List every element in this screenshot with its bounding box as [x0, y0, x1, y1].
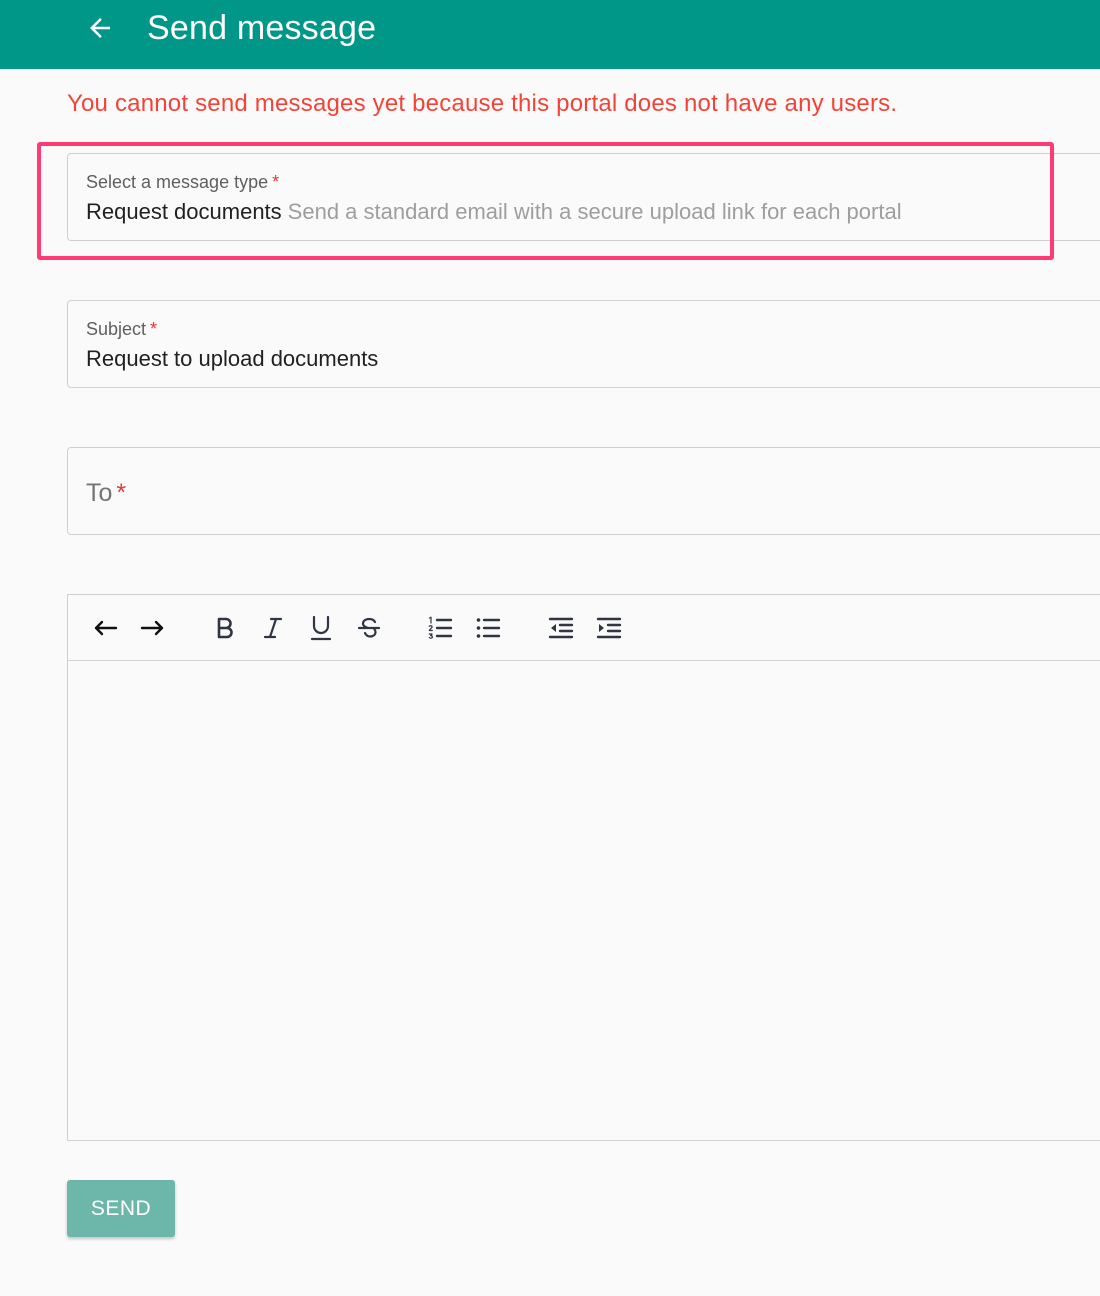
page-title: Send message — [147, 9, 377, 47]
required-marker: * — [150, 319, 158, 339]
indent-button[interactable] — [593, 612, 625, 644]
strikethrough-button[interactable] — [353, 612, 385, 644]
strikethrough-icon — [357, 617, 381, 638]
indent-icon — [596, 617, 622, 639]
subject-label: Subject * — [86, 319, 158, 339]
editor-toolbar — [68, 595, 1100, 661]
subject-value: Request to upload documents — [86, 346, 379, 371]
bold-icon — [217, 617, 233, 639]
bullet-list-icon — [476, 618, 501, 638]
back-button[interactable] — [80, 8, 120, 48]
required-marker: * — [272, 172, 280, 192]
subject-field[interactable]: Subject * Request to upload documents — [67, 300, 1100, 388]
redo-icon — [140, 620, 164, 636]
message-editor — [67, 594, 1100, 1141]
arrow-left-icon — [90, 18, 110, 38]
bullet-list-button[interactable] — [472, 612, 504, 644]
bold-button[interactable] — [209, 612, 241, 644]
to-label: To * — [86, 479, 127, 507]
underline-button[interactable] — [305, 612, 337, 644]
to-field[interactable]: To * — [67, 447, 1100, 535]
italic-icon — [263, 617, 283, 639]
underline-icon — [310, 615, 332, 641]
message-type-select[interactable]: Select a message type * Request documents… — [67, 153, 1100, 241]
outdent-icon — [548, 617, 574, 639]
italic-button[interactable] — [257, 612, 289, 644]
undo-icon — [94, 620, 118, 636]
message-type-hint: Send a standard email with a secure uplo… — [287, 199, 902, 224]
redo-button[interactable] — [137, 612, 169, 644]
error-message: You cannot send messages yet because thi… — [67, 90, 898, 117]
ordered-list-icon — [428, 616, 453, 639]
outdent-button[interactable] — [545, 612, 577, 644]
message-type-value: Request documents Send a standard email w… — [86, 199, 902, 224]
editor-body[interactable] — [68, 661, 1100, 1141]
undo-button[interactable] — [89, 612, 121, 644]
message-type-label: Select a message type * — [86, 172, 280, 192]
app-bar: Send message — [0, 0, 1100, 69]
send-button[interactable]: SEND — [67, 1180, 175, 1237]
required-marker: * — [116, 479, 127, 507]
ordered-list-button[interactable] — [424, 612, 456, 644]
